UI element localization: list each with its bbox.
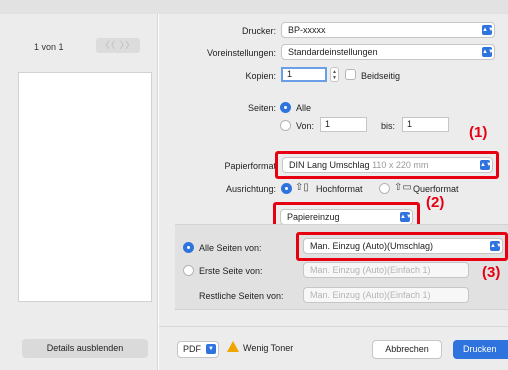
- marker-3: (3): [482, 264, 501, 281]
- chevron-updown-icon: ▲▼: [482, 25, 494, 35]
- first-page-source-value: Man. Einzug (Auto)(Einfach 1): [310, 265, 431, 275]
- pages-to-input[interactable]: 1: [402, 117, 449, 132]
- presets-select[interactable]: Standardeinstellungen ▲▼: [281, 44, 495, 60]
- portrait-label: Hochformat: [316, 184, 363, 194]
- marker-2: (2): [426, 194, 445, 211]
- landscape-orientation-icon: ⇧▭: [394, 182, 412, 193]
- hide-details-button[interactable]: Details ausblenden: [22, 339, 148, 358]
- cancel-button[interactable]: Abbrechen: [372, 340, 442, 359]
- pages-from-input[interactable]: 1: [320, 117, 367, 132]
- printer-select[interactable]: BP-xxxxx ▲▼: [281, 22, 495, 38]
- page-count: 1 von 1: [34, 42, 64, 52]
- copies-label: Kopien:: [245, 71, 276, 81]
- pages-from-label: Von:: [296, 121, 315, 131]
- highlight-frame-1: [275, 151, 499, 179]
- paper-format-label: Papierformat: [224, 161, 276, 171]
- first-page-radio[interactable]: [183, 265, 194, 276]
- pdf-menu-button[interactable]: PDF ▼: [177, 341, 219, 358]
- pages-label: Seiten:: [247, 103, 276, 113]
- page-nav-arrows[interactable]: 〈〈 〉〉: [96, 38, 140, 53]
- first-page-label: Erste Seite von:: [199, 266, 263, 276]
- chevron-down-icon: ▼: [206, 344, 216, 354]
- pages-all-radio[interactable]: [280, 102, 291, 113]
- landscape-radio[interactable]: [379, 183, 390, 194]
- window-top-bar: [0, 0, 508, 14]
- highlight-frame-3: [296, 232, 508, 261]
- presets-label: Voreinstellungen:: [206, 48, 276, 58]
- duplex-label: Beidseitig: [361, 71, 401, 81]
- all-pages-radio[interactable]: [183, 242, 194, 253]
- print-button[interactable]: Drucken: [453, 340, 508, 359]
- copies-input[interactable]: 1: [281, 67, 327, 82]
- pages-all-label: Alle: [296, 103, 312, 113]
- remaining-pages-label: Restliche Seiten von:: [199, 291, 284, 301]
- marker-1: (1): [469, 124, 488, 141]
- pages-to-label: bis:: [381, 121, 396, 131]
- toner-warning: Wenig Toner: [243, 343, 294, 353]
- pdf-label: PDF: [183, 344, 201, 354]
- pages-range-radio[interactable]: [280, 120, 291, 131]
- copies-stepper[interactable]: ▲ ▼: [330, 67, 339, 82]
- printer-label: Drucker:: [241, 26, 276, 36]
- first-page-source-select[interactable]: Man. Einzug (Auto)(Einfach 1): [303, 262, 469, 278]
- chevron-updown-icon: ▲▼: [482, 47, 494, 57]
- presets-value: Standardeinstellungen: [288, 47, 378, 57]
- portrait-radio[interactable]: [281, 183, 292, 194]
- page-preview: [18, 72, 152, 302]
- printer-value: BP-xxxxx: [288, 25, 326, 35]
- landscape-label: Querformat: [413, 184, 459, 194]
- remaining-pages-source-select[interactable]: Man. Einzug (Auto)(Einfach 1): [303, 287, 469, 303]
- orientation-label: Ausrichtung:: [225, 184, 276, 194]
- portrait-orientation-icon: ⇧▯: [295, 182, 309, 193]
- all-pages-label: Alle Seiten von:: [199, 243, 262, 253]
- duplex-checkbox[interactable]: [345, 69, 356, 80]
- warning-triangle-icon: [227, 341, 239, 352]
- remaining-pages-source-value: Man. Einzug (Auto)(Einfach 1): [310, 290, 431, 300]
